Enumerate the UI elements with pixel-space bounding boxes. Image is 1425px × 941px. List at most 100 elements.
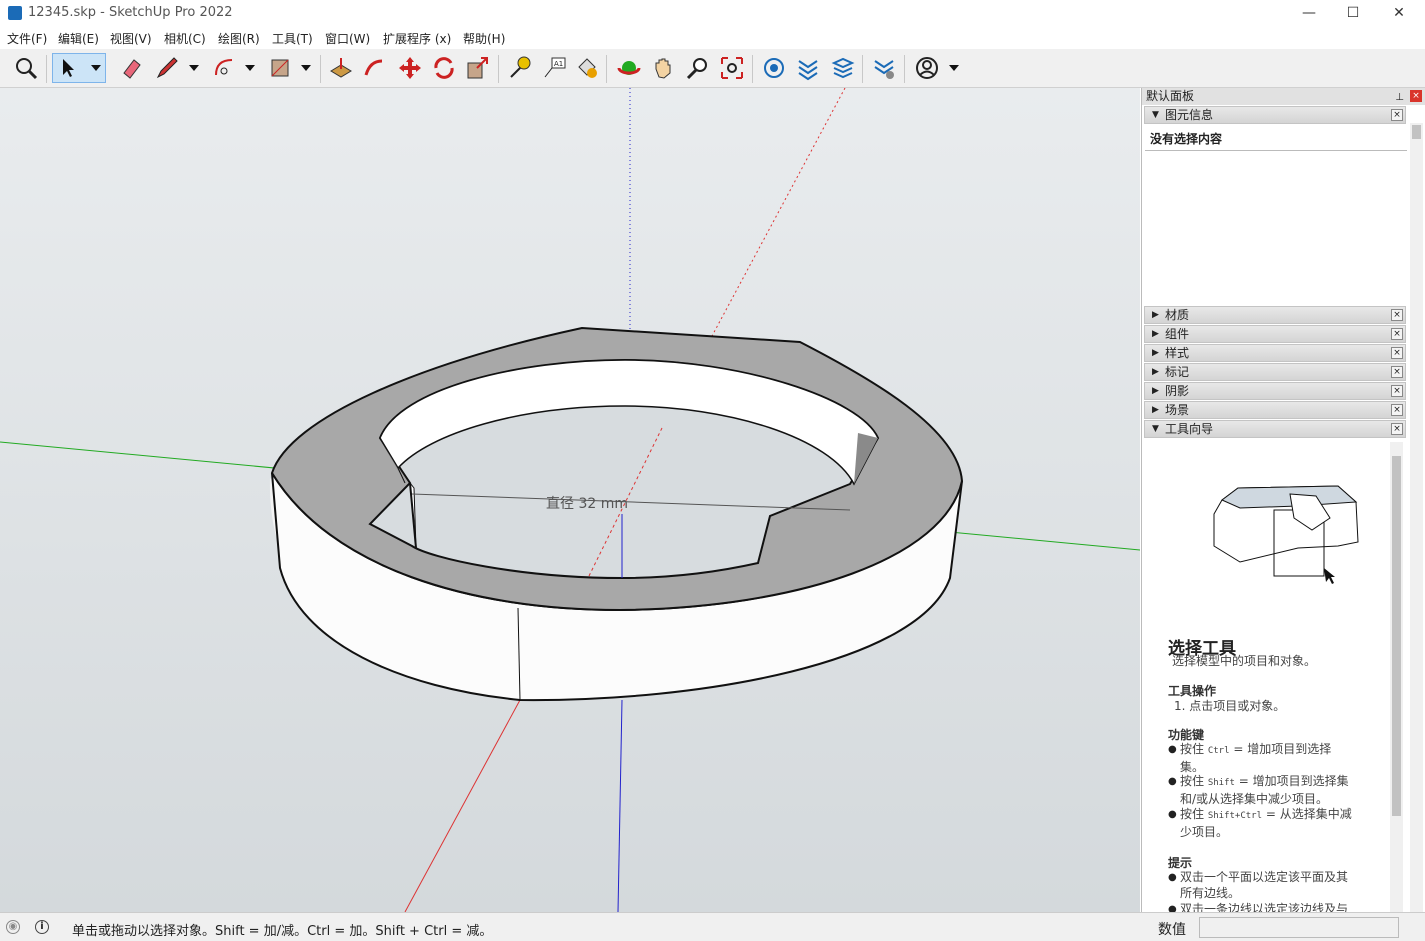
rectangle-icon[interactable]	[265, 53, 295, 83]
collapsed-triangle-icon: ▶	[1152, 329, 1159, 339]
entity-scrollbar[interactable]	[1410, 123, 1423, 303]
dimension-label[interactable]: 直径 32 mm	[546, 493, 628, 513]
title-bar: 12345.skp - SketchUp Pro 2022 — ☐ ✕	[0, 0, 1425, 27]
tip-2: 双击一条边线以选定该边线及与	[1180, 902, 1349, 912]
menu-draw[interactable]: 绘图(R)	[218, 30, 260, 47]
chevron-down-icon[interactable]	[299, 62, 313, 74]
panel-label: 组件	[1165, 327, 1190, 341]
pencil-icon[interactable]	[152, 53, 182, 83]
text-icon[interactable]: A1	[540, 53, 570, 83]
menu-window[interactable]: 窗口(W)	[325, 30, 370, 47]
bullet-icon: ●	[1168, 776, 1177, 787]
bullet-icon: ●	[1168, 744, 1177, 755]
measurements-input[interactable]	[1199, 917, 1399, 938]
orbit-icon[interactable]	[614, 53, 644, 83]
measurements-label: 数值	[1158, 922, 1186, 938]
panel-label: 场景	[1165, 403, 1190, 417]
panel-components[interactable]: ▶ 组件 ×	[1144, 325, 1406, 343]
svg-text:A1: A1	[554, 60, 563, 68]
push-pull-icon[interactable]	[326, 53, 356, 83]
panel-close-icon[interactable]: ×	[1391, 328, 1403, 340]
red-axis	[404, 699, 521, 912]
menu-edit[interactable]: 编辑(E)	[58, 30, 99, 47]
warehouse-icon[interactable]	[759, 53, 789, 83]
menu-file[interactable]: 文件(F)	[7, 30, 47, 47]
panel-label: 材质	[1165, 308, 1190, 322]
panel-close-icon[interactable]: ×	[1391, 404, 1403, 416]
menu-camera[interactable]: 相机(C)	[164, 30, 206, 47]
tray-scrollbar[interactable]	[1410, 303, 1423, 912]
layout-icon[interactable]	[828, 53, 858, 83]
menu-view[interactable]: 视图(V)	[110, 30, 152, 47]
operations-heading: 工具操作	[1168, 684, 1217, 698]
instructor-description: 选择模型中的项目和对象。	[1172, 654, 1317, 668]
panel-materials[interactable]: ▶ 材质 ×	[1144, 306, 1406, 324]
search-icon[interactable]	[11, 53, 41, 83]
collapsed-triangle-icon: ▶	[1152, 310, 1159, 320]
info-icon[interactable]: i	[35, 920, 49, 934]
panel-close-icon[interactable]: ×	[1391, 366, 1403, 378]
tray-close-button[interactable]: ×	[1410, 90, 1422, 102]
collapsed-triangle-icon: ▶	[1152, 405, 1159, 415]
minimize-button[interactable]: —	[1286, 0, 1332, 27]
menu-extensions[interactable]: 扩展程序 (x)	[383, 30, 451, 47]
move-icon[interactable]	[395, 53, 425, 83]
rotate-icon[interactable]	[429, 53, 459, 83]
panel-close-icon[interactable]: ×	[1391, 423, 1403, 435]
tray-title: 默认面板 ⊥ ×	[1142, 88, 1425, 105]
paint-bucket-icon[interactable]	[572, 53, 602, 83]
extension-warehouse-icon[interactable]	[793, 53, 823, 83]
panel-tags[interactable]: ▶ 标记 ×	[1144, 363, 1406, 381]
status-bar: ◉ i 单击或拖动以选择对象。Shift = 加/减。Ctrl = 加。Shif…	[0, 912, 1425, 941]
modifier-key-shift-ctrl: 按住 Shift+Ctrl = 从选择集中减 少项目。	[1180, 807, 1352, 839]
extension-manager-icon[interactable]	[869, 53, 899, 83]
panel-close-icon[interactable]: ×	[1391, 385, 1403, 397]
collapsed-triangle-icon: ▶	[1152, 348, 1159, 358]
chevron-down-icon[interactable]	[243, 62, 257, 74]
zoom-icon[interactable]	[683, 53, 713, 83]
operation-step-1: 1. 点击项目或对象。	[1174, 699, 1286, 713]
panel-scenes[interactable]: ▶ 场景 ×	[1144, 401, 1406, 419]
arc-icon[interactable]	[209, 53, 239, 83]
entity-info-empty: 没有选择内容	[1145, 125, 1407, 151]
scale-icon[interactable]	[463, 53, 493, 83]
chevron-down-icon[interactable]	[89, 62, 103, 74]
panel-close-icon[interactable]: ×	[1391, 309, 1403, 321]
chevron-down-icon[interactable]	[947, 62, 961, 74]
blue-axis	[617, 699, 623, 912]
zoom-extents-icon[interactable]	[717, 53, 747, 83]
eraser-icon[interactable]	[116, 53, 146, 83]
panel-label: 标记	[1165, 365, 1190, 379]
panel-styles[interactable]: ▶ 样式 ×	[1144, 344, 1406, 362]
model-viewport[interactable]: 直径 32 mm	[0, 88, 1140, 912]
panel-shadows[interactable]: ▶ 阴影 ×	[1144, 382, 1406, 400]
menu-tools[interactable]: 工具(T)	[272, 30, 313, 47]
status-hint: 单击或拖动以选择对象。Shift = 加/减。Ctrl = 加。Shift + …	[72, 924, 493, 939]
geo-location-icon[interactable]: ◉	[6, 920, 20, 934]
maximize-button[interactable]: ☐	[1330, 0, 1376, 27]
panel-close-icon[interactable]: ×	[1391, 109, 1403, 121]
modifier-key-shift: 按住 Shift = 增加项目到选择集 和/或从选择集中减少项目。	[1180, 774, 1349, 806]
account-icon[interactable]	[912, 53, 942, 83]
main-toolbar: A1	[0, 49, 1425, 88]
chevron-down-icon[interactable]	[187, 62, 201, 74]
collapsed-triangle-icon: ▶	[1152, 367, 1159, 377]
menu-help[interactable]: 帮助(H)	[463, 30, 505, 47]
expanded-triangle-icon: ▼	[1152, 424, 1159, 434]
pan-icon[interactable]	[648, 53, 678, 83]
instructor-scrollbar[interactable]	[1390, 442, 1403, 912]
close-button[interactable]: ✕	[1376, 0, 1422, 27]
bullet-icon: ●	[1168, 872, 1177, 883]
panel-entity-info[interactable]: ▼ 图元信息 ×	[1144, 106, 1406, 124]
follow-me-icon[interactable]	[360, 53, 390, 83]
panel-label: 图元信息	[1165, 108, 1214, 122]
panel-instructor[interactable]: ▼ 工具向导 ×	[1144, 420, 1406, 438]
window-title: 12345.skp - SketchUp Pro 2022	[28, 5, 233, 20]
pin-icon[interactable]: ⊥	[1395, 89, 1404, 106]
tip-1: 双击一个平面以选定该平面及其 所有边线。	[1180, 870, 1349, 900]
menu-bar: 文件(F) 编辑(E) 视图(V) 相机(C) 绘图(R) 工具(T) 窗口(W…	[0, 27, 1425, 49]
tape-measure-icon[interactable]	[505, 53, 535, 83]
bullet-icon: ●	[1168, 809, 1177, 820]
panel-close-icon[interactable]: ×	[1391, 347, 1403, 359]
expanded-triangle-icon: ▼	[1152, 110, 1159, 120]
